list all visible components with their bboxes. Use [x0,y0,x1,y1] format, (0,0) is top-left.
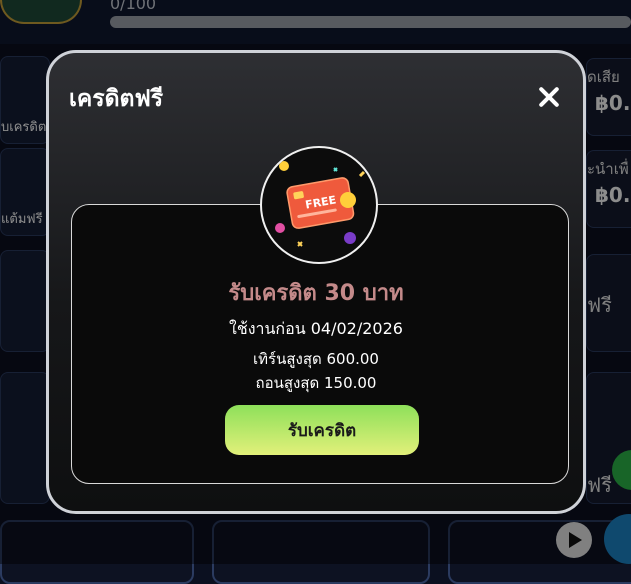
free-credit-card-icon: FREE [260,146,378,264]
max-withdraw: ถอนสูงสุด 150.00 [255,374,377,392]
max-turnover: เทิร์นสูงสุด 600.00 [253,350,379,368]
free-card-illustration: FREE [275,161,366,247]
close-icon[interactable] [537,85,561,109]
credit-amount-title: รับเครดิต 30 บาท [228,281,404,306]
modal-title: เครดิตฟรี [69,86,164,112]
free-credit-modal: เครดิตฟรี FREE รับเครดิต 30 บาท ใช้งานก่… [46,50,586,514]
claim-credit-button[interactable]: รับเครดิต [225,405,419,455]
use-before-date: ใช้งานก่อน 04/02/2026 [229,319,403,338]
